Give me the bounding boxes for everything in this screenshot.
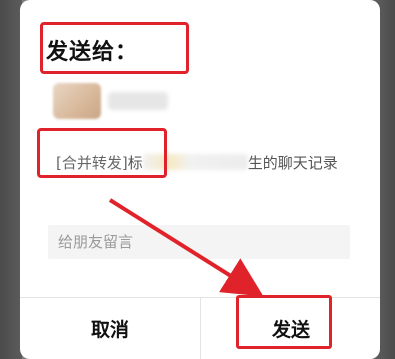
recipient-name-blurred: [108, 92, 168, 110]
preview-suffix: 生的聊天记录: [247, 154, 338, 172]
message-input[interactable]: [48, 225, 350, 259]
cancel-button[interactable]: 取消: [20, 298, 200, 359]
background-edge-left: [0, 0, 22, 359]
forward-dialog: 发送给： [合并转发]标生的聊天记录 取消 发送: [20, 0, 380, 359]
tag-highlight-box: [37, 128, 167, 178]
recipient-avatar[interactable]: [53, 83, 101, 119]
send-highlight-box: [236, 295, 332, 349]
title-highlight-box: [40, 22, 189, 74]
